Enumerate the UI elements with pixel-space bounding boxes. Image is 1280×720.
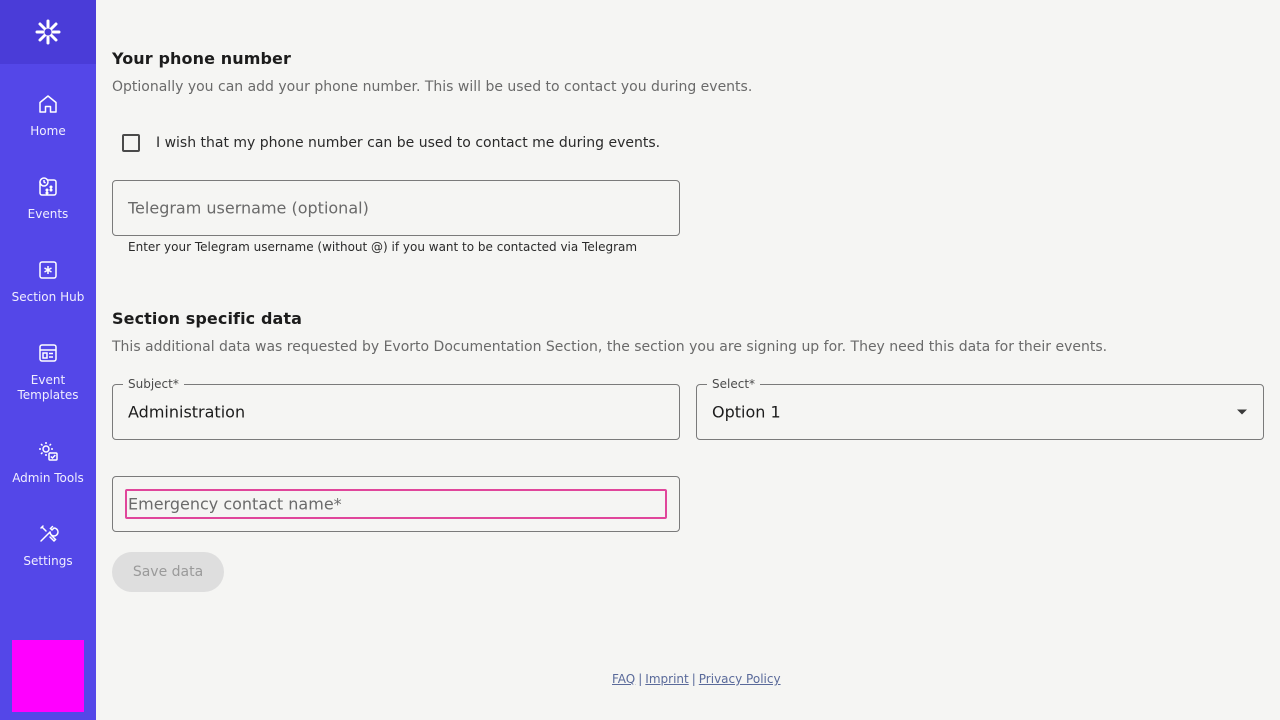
events-icon <box>39 177 57 196</box>
select-value: Option 1 <box>712 402 781 422</box>
settings-icon <box>40 525 59 543</box>
phone-section-title: Your phone number <box>112 49 291 68</box>
emergency-contact-placeholder: Emergency contact name* <box>128 494 342 514</box>
home-icon <box>39 95 57 113</box>
footer-separator: | <box>638 672 643 686</box>
section-hub-icon <box>39 261 57 279</box>
telegram-username-input[interactable]: Telegram username (optional) <box>112 180 680 236</box>
sidebar-item-label: Settings <box>23 554 73 568</box>
telegram-helper-text: Enter your Telegram username (without @)… <box>128 240 638 254</box>
subject-field[interactable]: Subject* Administration <box>112 377 680 440</box>
sidebar-item-label: Event Templates <box>17 373 79 402</box>
sidebar-item-label: Events <box>27 207 69 221</box>
avatar[interactable] <box>12 640 84 712</box>
phone-contact-checkbox-label: I wish that my phone number can be used … <box>156 135 661 151</box>
sidebar-item-settings[interactable]: Settings <box>0 522 96 569</box>
dropdown-arrow-icon <box>1237 409 1247 415</box>
sidebar-item-admin-tools[interactable]: Admin Tools <box>0 439 96 486</box>
footer: FAQ | Imprint | Privacy Policy <box>612 672 781 686</box>
sidebar-item-label: Home <box>30 124 66 138</box>
sidebar-item-home[interactable]: Home <box>0 92 96 139</box>
footer-link-privacy-policy[interactable]: Privacy Policy <box>699 672 781 686</box>
sidebar: Home Events Section Hub Event Templates <box>0 0 96 720</box>
phone-contact-checkbox-row[interactable]: I wish that my phone number can be used … <box>122 134 660 152</box>
footer-link-imprint[interactable]: Imprint <box>645 672 688 686</box>
sidebar-item-event-templates[interactable]: Event Templates <box>0 341 96 403</box>
asterisk-logo-icon <box>35 19 61 45</box>
select-label: Select* <box>707 377 761 391</box>
sidebar-item-label: Admin Tools <box>12 471 84 485</box>
main-content: Your phone number Optionally you can add… <box>112 0 1264 720</box>
subject-label: Subject* <box>123 377 184 391</box>
footer-link-faq[interactable]: FAQ <box>612 672 635 686</box>
logo[interactable] <box>0 0 96 64</box>
save-data-button[interactable]: Save data <box>112 552 224 592</box>
sidebar-item-label: Section Hub <box>11 290 85 304</box>
templates-icon <box>39 344 57 362</box>
phone-contact-checkbox[interactable] <box>122 134 140 152</box>
section-data-title: Section specific data <box>112 309 303 328</box>
admin-tools-icon <box>39 442 58 461</box>
sidebar-item-section-hub[interactable]: Section Hub <box>0 258 96 305</box>
sidebar-item-events[interactable]: Events <box>0 175 96 222</box>
section-data-description: This additional data was requested by Ev… <box>112 339 1108 355</box>
subject-value: Administration <box>128 402 246 422</box>
footer-separator: | <box>691 672 696 686</box>
phone-section-description: Optionally you can add your phone number… <box>112 79 753 95</box>
emergency-contact-input[interactable]: Emergency contact name* <box>112 476 680 532</box>
select-dropdown[interactable]: Select* Option 1 <box>696 377 1264 440</box>
telegram-username-placeholder: Telegram username (optional) <box>128 198 369 218</box>
